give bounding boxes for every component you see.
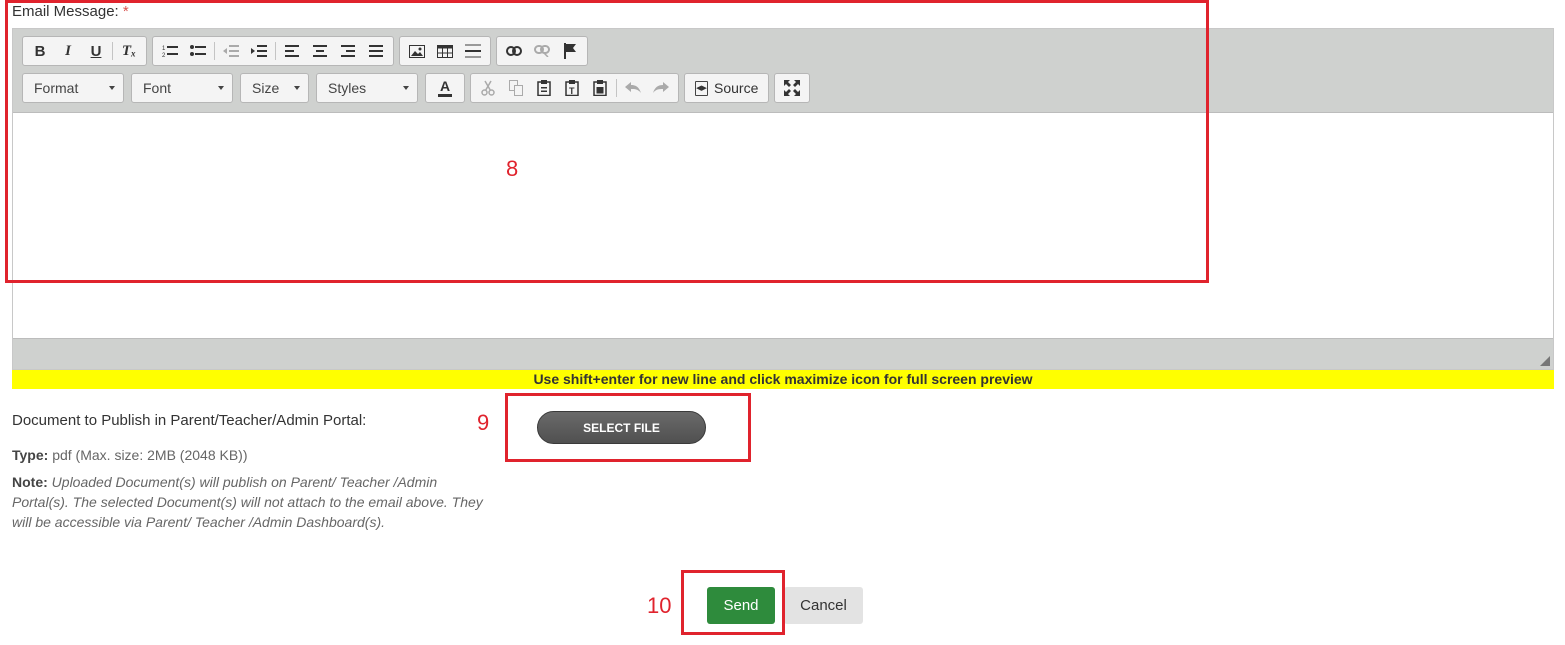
annotation-number-9: 9: [477, 410, 490, 435]
document-publish-label: Document to Publish in Parent/Teacher/Ad…: [12, 412, 367, 429]
upload-note: Note: Uploaded Document(s) will publish …: [12, 472, 492, 532]
resize-handle-icon[interactable]: [1540, 356, 1550, 366]
annotation-box-8: [5, 0, 1209, 283]
annotation-number-10: 10: [647, 593, 672, 618]
file-type-value: pdf (Max. size: 2MB (2048 KB)): [52, 447, 248, 463]
file-type-label: Type:: [12, 447, 49, 463]
cancel-button[interactable]: Cancel: [784, 587, 863, 624]
upload-note-label: Note:: [12, 474, 48, 490]
annotation-number-8: 8: [506, 156, 519, 181]
editor-hint-banner: Use shift+enter for new line and click m…: [12, 370, 1554, 389]
annotation-box-9: [505, 393, 751, 462]
file-type-info: Type: pdf (Max. size: 2MB (2048 KB)): [12, 447, 248, 463]
annotation-box-10: [681, 570, 785, 635]
editor-bottom-bar: [13, 338, 1553, 369]
upload-note-text: Uploaded Document(s) will publish on Par…: [12, 474, 483, 530]
